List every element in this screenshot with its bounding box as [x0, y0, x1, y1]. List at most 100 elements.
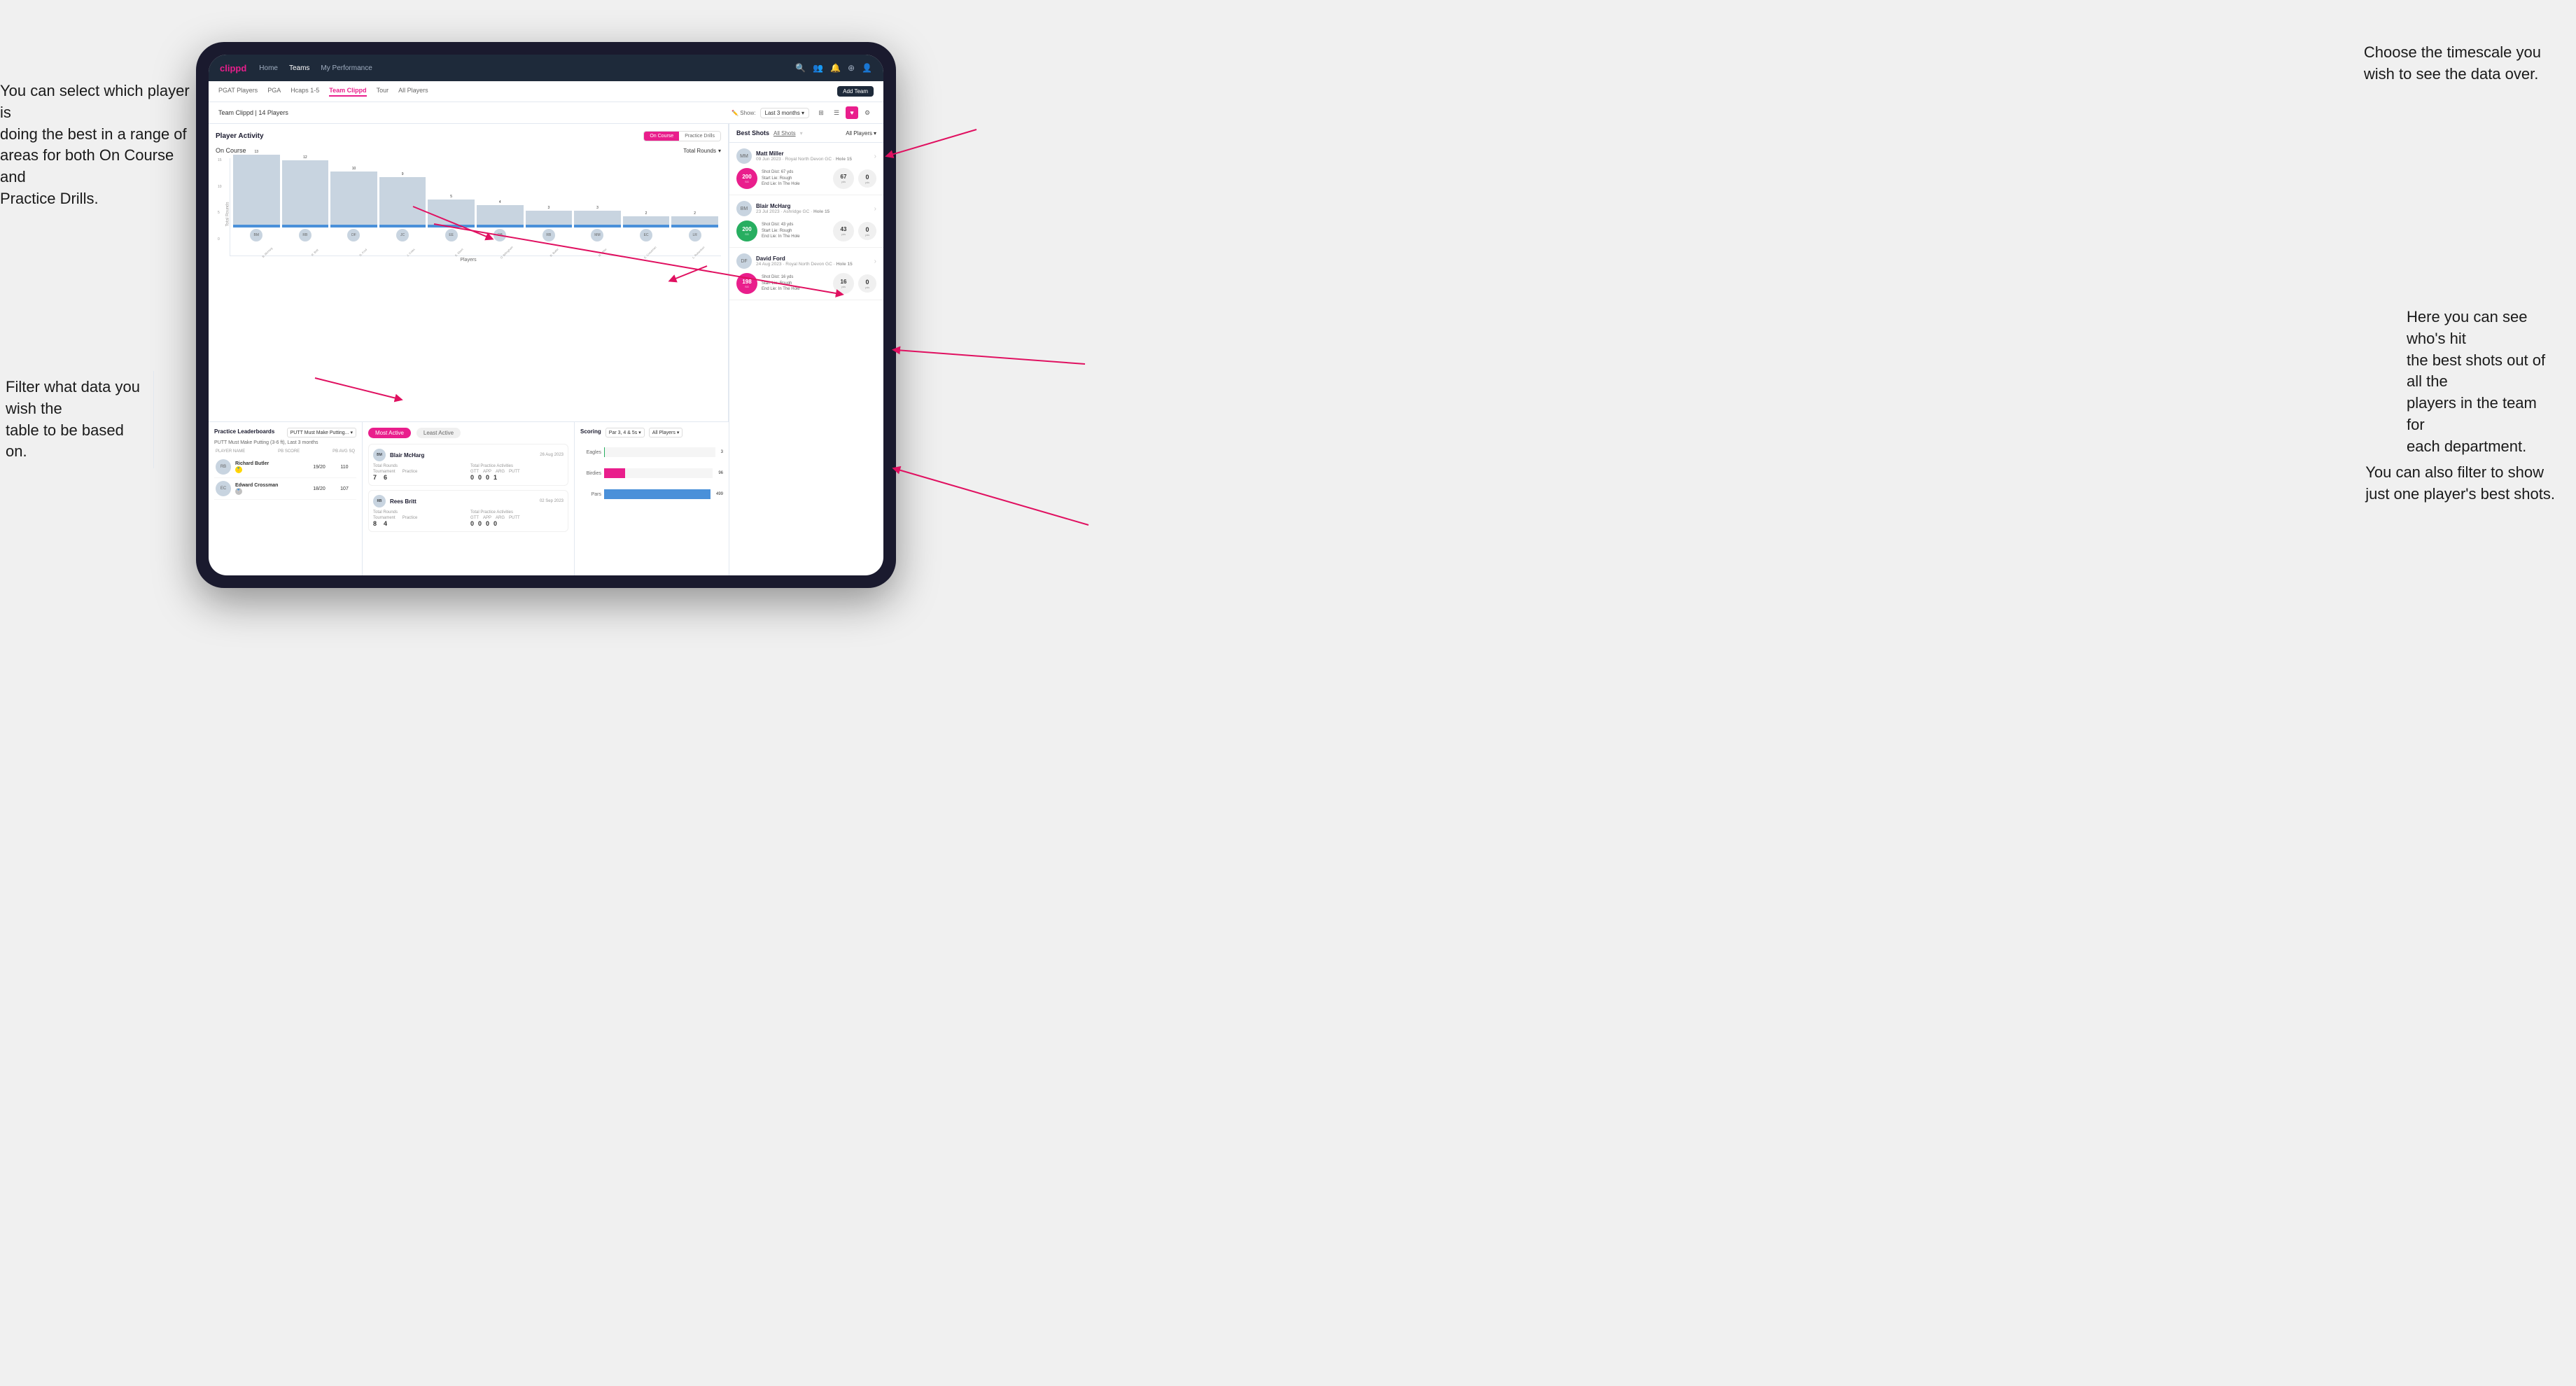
- scoring-panel: Scoring Par 3, 4 & 5s ▾ All Players ▾: [575, 422, 729, 575]
- player-detail-0: 09 Jun 2023 · Royal North Devon GC · Hol…: [756, 157, 870, 162]
- nav-teams[interactable]: Teams: [289, 64, 309, 72]
- panel-header: Player Activity On Course Practice Drill…: [216, 131, 721, 141]
- y-ticks: 15 10 5 0: [218, 158, 222, 241]
- chevron-down-icon-par: ▾: [638, 430, 641, 435]
- bottom-section: Practice Leaderboards PUTT Must Make Put…: [209, 421, 729, 575]
- bar-avatar-1: RB: [299, 229, 312, 241]
- scoring-title: Scoring: [580, 428, 601, 435]
- left-content-area: Player Activity On Course Practice Drill…: [209, 124, 729, 575]
- activity-card-1: RB Rees Britt 02 Sep 2023 Total Rounds T…: [368, 490, 568, 532]
- shot-card-0: MM Matt Miller 09 Jun 2023 · Royal North…: [729, 143, 883, 195]
- bar-item-6: 3 RB: [526, 206, 573, 241]
- practice-leaderboards-panel: Practice Leaderboards PUTT Must Make Put…: [209, 422, 363, 575]
- shot-dist-badge-2: 16 yds: [833, 273, 854, 294]
- bar-item-7: 3 MM: [574, 206, 621, 241]
- chevron-right-icon-1[interactable]: ›: [874, 205, 876, 213]
- nav-home[interactable]: Home: [259, 64, 278, 72]
- on-course-toggle[interactable]: On Course: [644, 132, 679, 141]
- zero-badge-0: 0 yds: [858, 169, 876, 188]
- edit-icon[interactable]: ✏️: [732, 110, 738, 116]
- x-axis-names: B. McHarg R. Britt D. Ford J. Coles E. E…: [244, 251, 721, 254]
- players-filter-label: All Players: [846, 130, 872, 136]
- shot-card-1: BM Blair McHarg 23 Jul 2023 · Ashridge G…: [729, 195, 883, 248]
- tab-pgat-players[interactable]: PGAT Players: [218, 87, 258, 97]
- bar-8: [623, 216, 670, 227]
- tab-hcaps[interactable]: Hcaps 1-5: [290, 87, 319, 97]
- add-team-button[interactable]: Add Team: [837, 86, 874, 97]
- shot-dist-label-2: yds: [841, 285, 846, 288]
- leaderboards-header: Practice Leaderboards PUTT Must Make Put…: [214, 428, 356, 438]
- most-active-tab[interactable]: Most Active: [368, 428, 411, 438]
- chevron-right-icon-0[interactable]: ›: [874, 153, 876, 160]
- practice-drills-toggle[interactable]: Practice Drills: [679, 132, 720, 141]
- list-view-icon[interactable]: ☰: [830, 106, 843, 119]
- shot-badge-num-0: 200: [742, 174, 751, 180]
- bar-accent-0: [233, 225, 280, 227]
- player-avatar-0: MM: [736, 148, 752, 164]
- shot-player-header-1: BM Blair McHarg 23 Jul 2023 · Ashridge G…: [736, 201, 876, 216]
- start-lie-2: Rough: [780, 281, 792, 286]
- birdies-value: 96: [718, 471, 723, 475]
- col-player-name: PLAYER NAME: [216, 449, 245, 454]
- sub-nav-tabs: PGAT Players PGA Hcaps 1-5 Team Clippd T…: [218, 87, 837, 97]
- arg-value-0: 0: [486, 474, 489, 481]
- bar-value-2: 10: [352, 167, 356, 171]
- shot-dist-text-1: 43 yds: [781, 223, 794, 227]
- settings-view-icon[interactable]: ⚙: [861, 106, 874, 119]
- least-active-tab[interactable]: Least Active: [416, 428, 461, 438]
- player-date-1: 23 Jul 2023: [756, 209, 780, 214]
- tab-all-players[interactable]: All Players: [398, 87, 428, 97]
- scoring-bar-birdies: Birdies 96: [580, 463, 723, 484]
- lb-player-info-1: Edward Crossman 🥈: [235, 483, 304, 495]
- chart-metric-dropdown[interactable]: Total Rounds ▾: [683, 148, 721, 154]
- panel-title: Player Activity: [216, 132, 264, 140]
- shot-info-1: Shot Dist: 43 yds Start Lie: Rough End L…: [762, 222, 829, 239]
- tab-tour[interactable]: Tour: [377, 87, 389, 97]
- bar-2: [330, 172, 377, 227]
- chevron-right-icon-2[interactable]: ›: [874, 258, 876, 265]
- search-icon[interactable]: 🔍: [795, 63, 806, 73]
- leaderboards-dropdown[interactable]: PUTT Must Make Putting... ▾: [287, 428, 356, 438]
- bar-9: [671, 216, 718, 227]
- grid-view-icon[interactable]: ⊞: [815, 106, 827, 119]
- show-label: Show:: [740, 110, 755, 116]
- activities-label-0: Total Practice Activities: [470, 464, 564, 468]
- heart-view-icon[interactable]: ♥: [846, 106, 858, 119]
- shot-dist-num-1: 43: [841, 226, 847, 232]
- all-players-filter[interactable]: All Players ▾: [846, 130, 876, 136]
- activity-card-header-0: BM Blair McHarg 26 Aug 2023: [373, 449, 564, 461]
- top-navigation: clippd Home Teams My Performance 🔍 👥 🔔 ⊕…: [209, 55, 883, 81]
- tab-team-clippd[interactable]: Team Clippd: [329, 87, 366, 97]
- people-icon[interactable]: 👥: [813, 63, 823, 73]
- lb-player-avatar-1: EC: [216, 481, 231, 496]
- scoring-chart: Eagles 3 Birdies: [580, 442, 723, 540]
- bell-icon[interactable]: 🔔: [830, 63, 841, 73]
- add-icon[interactable]: ⊕: [848, 63, 855, 73]
- total-rounds-section-0: Total Rounds Tournament Practice 7 6: [373, 464, 466, 481]
- bar-avatar-7: MM: [591, 229, 603, 241]
- bar-avatar-0: BM: [250, 229, 262, 241]
- annotation-player-select: You can select which player isdoing the …: [0, 80, 196, 210]
- y-tick-10: 10: [218, 185, 222, 189]
- total-rounds-label-0: Total Rounds: [373, 464, 466, 468]
- players-filter-dropdown[interactable]: All Players ▾: [649, 428, 683, 438]
- shot-dist-num-2: 16: [841, 279, 847, 285]
- par-filter-dropdown[interactable]: Par 3, 4 & 5s ▾: [606, 428, 645, 438]
- practice-label-0: Practice: [402, 470, 418, 474]
- eagles-label: Eagles: [580, 450, 601, 455]
- nav-my-performance[interactable]: My Performance: [321, 64, 372, 72]
- player-info-1: Blair McHarg 23 Jul 2023 · Ashridge GC ·…: [756, 203, 870, 214]
- end-lie-2: In The Hole: [778, 287, 800, 291]
- profile-icon[interactable]: 👤: [862, 63, 872, 73]
- time-filter-select[interactable]: Last 3 months ▾: [760, 108, 810, 118]
- tab-pga[interactable]: PGA: [267, 87, 281, 97]
- player-hole-0: Hole 15: [836, 157, 852, 162]
- lb-player-rank-0: 🥇: [235, 466, 304, 473]
- lb-player-avatar-0: RB: [216, 459, 231, 475]
- all-shots-filter[interactable]: All Shots: [774, 130, 796, 136]
- zero-label-2: yds: [865, 286, 869, 289]
- eagles-fill: [604, 447, 605, 457]
- bar-avatar-8: EC: [640, 229, 652, 241]
- activity-stats-1: Total Rounds Tournament Practice 8 4: [373, 510, 564, 527]
- player-course-2: Royal North Devon GC: [785, 262, 832, 267]
